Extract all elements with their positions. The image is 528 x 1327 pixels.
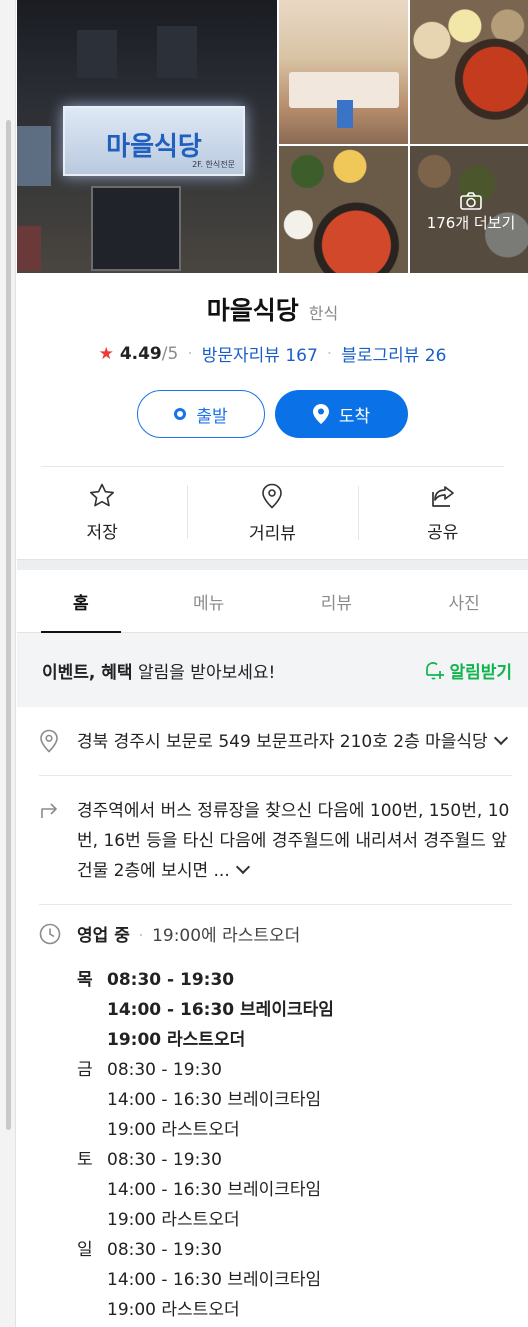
promo-text: 이벤트, 혜택 알림을 받아보세요!	[42, 658, 275, 683]
address-row[interactable]: 경북 경주시 보문로 549 보문프라자 210호 2층 마을식당	[39, 707, 512, 776]
photo-red-sign	[17, 226, 41, 271]
storefront-sign: 마을식당 2F. 한식전문	[63, 106, 245, 176]
day-label: 일	[77, 1240, 93, 1260]
day-lastorder: 19:00 라스트오더	[107, 1300, 240, 1320]
chevron-down-icon[interactable]	[235, 859, 250, 875]
directions-row[interactable]: 경주역에서 버스 정류장을 찾으신 다음에 100번, 150번, 10번, 1…	[39, 776, 512, 905]
sign-name: 마을식당	[106, 132, 202, 162]
section-gap	[17, 559, 528, 570]
day-schedule: 목 08:30 - 19:30 14:00 - 16:30 브레이크타임 19:00…	[77, 965, 512, 1055]
day-schedule: 금 08:30 - 19:30 14:00 - 16:30 브레이크타임 19:00…	[77, 1055, 512, 1145]
chevron-down-icon[interactable]	[493, 730, 508, 746]
title-area: 마을식당 한식 ★ 4.49/5 · 방문자리뷰 167 · 블로그리뷰 26	[17, 271, 528, 366]
open-status: 영업 중	[77, 926, 130, 946]
browser-side-strip	[0, 0, 16, 1327]
depart-button[interactable]: 출발	[137, 390, 265, 438]
more-photos-link[interactable]: 176개 더보기	[410, 192, 528, 233]
route-buttons: 출발 도착	[17, 390, 528, 438]
day-label: 토	[77, 1150, 93, 1170]
arrive-label: 도착	[338, 406, 371, 427]
day-hours: 08:30 - 19:30	[107, 1150, 222, 1170]
street-view-button[interactable]: 거리뷰	[187, 483, 357, 544]
save-label: 저장	[86, 523, 118, 543]
origin-dot-icon	[174, 408, 187, 420]
day-label: 목	[77, 970, 93, 990]
photo-door	[91, 186, 181, 271]
day-break: 14:00 - 16:30 브레이크타임	[107, 1180, 322, 1200]
map-pin-outline-icon	[262, 483, 283, 509]
bell-plus-icon	[426, 662, 445, 680]
photo-side-sign	[17, 126, 51, 186]
hours-schedule: 목 08:30 - 19:30 14:00 - 16:30 브레이크타임 19:00…	[77, 965, 512, 1325]
info-section: 경북 경주시 보문로 549 보문프라자 210호 2층 마을식당 경주역에서 …	[17, 707, 528, 1327]
photo-grid: 마을식당 2F. 한식전문 176개 더보기	[17, 0, 528, 273]
turn-arrow-icon	[41, 803, 57, 818]
place-category: 한식	[308, 304, 339, 323]
day-schedule: 일 08:30 - 19:30 14:00 - 16:30 브레이크타임 19:00…	[77, 1235, 512, 1325]
location-pin-icon	[312, 404, 329, 424]
hours-row[interactable]: 영업 중 · 19:00에 라스트오더 목 08:30 - 19:30 14:00…	[39, 905, 512, 1327]
day-hours: 08:30 - 19:30	[107, 1060, 222, 1080]
separator-dot: ·	[138, 926, 144, 946]
day-break: 14:00 - 16:30 브레이크타임	[107, 1090, 322, 1110]
day-break: 14:00 - 16:30 브레이크타임	[107, 1000, 334, 1020]
scrollbar-thumb[interactable]	[6, 120, 11, 1130]
tab-home[interactable]: 홈	[17, 570, 145, 633]
photo-more[interactable]: 176개 더보기	[410, 146, 528, 273]
address-text: 경북 경주시 보문로 549 보문프라자 210호 2층 마을식당	[77, 732, 488, 752]
street-view-label: 거리뷰	[249, 523, 296, 544]
photo-window	[77, 30, 117, 78]
share-icon	[431, 485, 454, 507]
star-outline-icon	[90, 483, 115, 507]
place-panel: 마을식당 2F. 한식전문 176개 더보기 마을식당 한식 ★ 4.49/5	[17, 0, 528, 1327]
day-lastorder: 19:00 라스트오더	[107, 1030, 246, 1050]
photo-blue-box	[337, 100, 353, 128]
hours-summary: 19:00에 라스트오더	[152, 926, 301, 946]
photo-food-2[interactable]	[279, 146, 408, 273]
directions-text: 경주역에서 버스 정류장을 찾으신 다음에 100번, 150번, 10번, 1…	[77, 801, 510, 881]
day-hours: 08:30 - 19:30	[107, 970, 235, 990]
tab-menu[interactable]: 메뉴	[145, 570, 273, 632]
photo-storefront[interactable]: 마을식당 2F. 한식전문	[17, 0, 277, 273]
share-button[interactable]: 공유	[357, 484, 528, 543]
visitor-reviews-link[interactable]: 방문자리뷰 167	[202, 341, 318, 366]
promo-rest: 알림을 받아보세요!	[132, 662, 276, 683]
day-lastorder: 19:00 라스트오더	[107, 1120, 240, 1140]
day-break: 14:00 - 16:30 브레이크타임	[107, 1270, 322, 1290]
action-bar: 저장 거리뷰 공유	[17, 467, 528, 559]
camera-icon	[460, 192, 482, 210]
day-hours: 08:30 - 19:30	[107, 1240, 222, 1260]
tab-photo[interactable]: 사진	[400, 570, 528, 632]
blog-reviews-link[interactable]: 블로그리뷰 26	[341, 341, 446, 366]
place-name: 마을식당	[206, 296, 299, 325]
tab-bar: 홈 메뉴 리뷰 사진	[17, 570, 528, 633]
depart-label: 출발	[196, 406, 228, 427]
location-pin-outline-icon	[40, 729, 58, 753]
star-icon: ★	[98, 343, 114, 364]
save-button[interactable]: 저장	[17, 483, 187, 543]
notify-label: 알림받기	[449, 662, 512, 683]
share-label: 공유	[427, 522, 459, 543]
photo-food-1[interactable]	[410, 0, 528, 144]
sign-sub: 2F. 한식전문	[192, 160, 235, 169]
promo-banner: 이벤트, 혜택 알림을 받아보세요! 알림받기	[17, 633, 528, 707]
separator-dot: ·	[326, 343, 333, 364]
arrive-button[interactable]: 도착	[275, 390, 408, 438]
tab-review[interactable]: 리뷰	[273, 570, 401, 632]
rating-max: /5	[161, 343, 179, 364]
rating-line: ★ 4.49/5 · 방문자리뷰 167 · 블로그리뷰 26	[17, 341, 528, 367]
day-lastorder: 19:00 라스트오더	[107, 1210, 240, 1230]
day-label: 금	[77, 1060, 93, 1080]
more-photos-label: 176개 더보기	[426, 214, 516, 232]
rating-score: 4.49	[119, 343, 162, 364]
clock-icon	[39, 923, 61, 945]
notify-button[interactable]: 알림받기	[423, 658, 512, 683]
day-schedule: 토 08:30 - 19:30 14:00 - 16:30 브레이크타임 19:00…	[77, 1145, 512, 1235]
separator-dot: ·	[187, 343, 193, 364]
photo-window	[157, 26, 197, 78]
promo-bold: 이벤트, 혜택	[42, 662, 133, 683]
photo-interior[interactable]	[279, 0, 408, 144]
